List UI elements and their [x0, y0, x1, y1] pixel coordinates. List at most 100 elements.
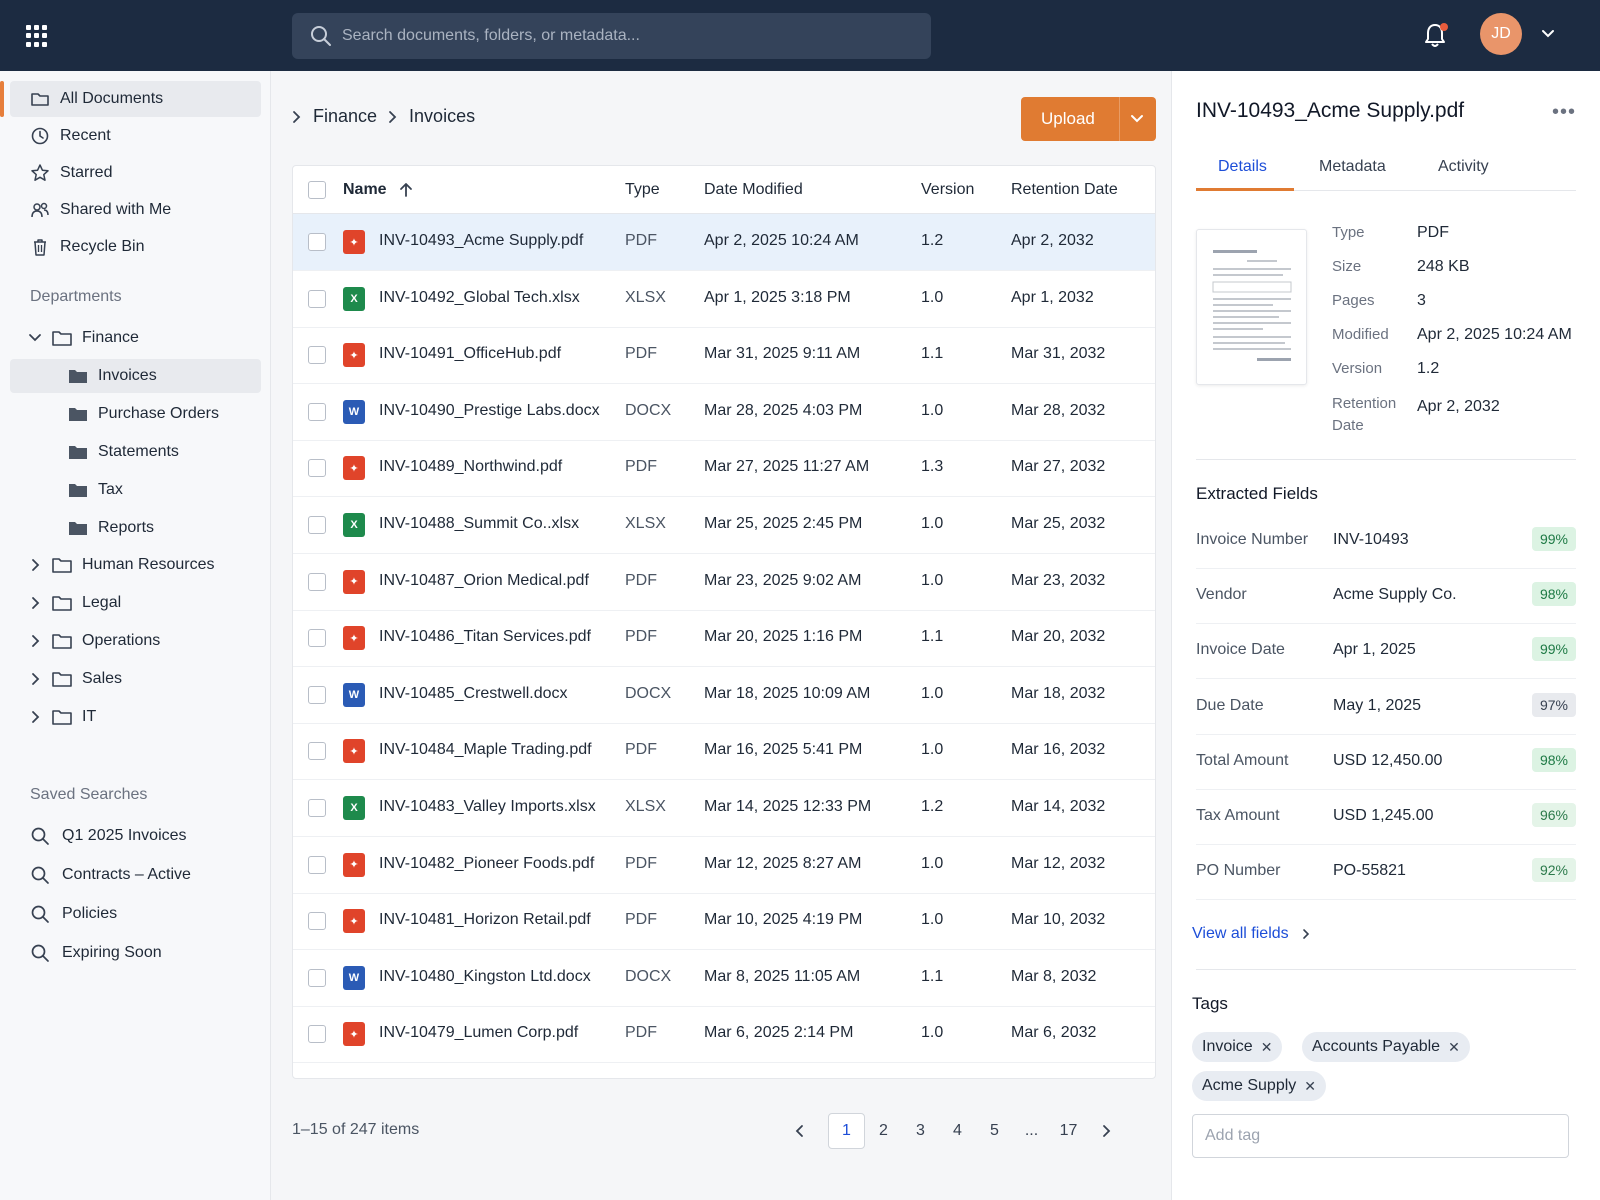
row-checkbox[interactable]	[308, 968, 326, 987]
extracted-field-row[interactable]: Due Date May 1, 2025 97%	[1196, 680, 1576, 735]
table-row[interactable]: ✦ INV-10493_Acme Supply.pdf PDF Apr 2, 2025…	[293, 214, 1155, 271]
next-page-button[interactable]	[1087, 1113, 1124, 1149]
tree-item-statements[interactable]: Statements	[10, 435, 261, 469]
row-checkbox[interactable]	[308, 516, 326, 534]
tree-item-legal[interactable]: Legal	[10, 586, 261, 620]
field-value: Acme Supply Co.	[1333, 586, 1457, 604]
tree-item-tax[interactable]: Tax	[10, 473, 261, 507]
add-tag-input[interactable]	[1192, 1114, 1569, 1158]
sort-ascending-icon[interactable]	[399, 182, 413, 198]
column-version[interactable]: Version	[921, 181, 974, 199]
avatar[interactable]: JD	[1480, 13, 1522, 55]
tree-item-reports[interactable]: Reports	[10, 511, 261, 545]
table-row[interactable]: ✦ INV-10479_Lumen Corp.pdf PDF Mar 6, 2025 …	[293, 1006, 1155, 1064]
chevron-right-icon[interactable]	[28, 710, 42, 724]
column-retention-date[interactable]: Retention Date	[1011, 181, 1118, 199]
saved-search-policies[interactable]: Policies	[10, 896, 261, 932]
table-row[interactable]: W INV-10485_Crestwell.docx DOCX Mar 18, 202…	[293, 667, 1155, 724]
chevron-right-icon[interactable]	[28, 596, 42, 610]
column-date-modified[interactable]: Date Modified	[704, 181, 803, 199]
table-row[interactable]: W INV-10490_Prestige Labs.docx DOCX Mar 28,…	[293, 384, 1155, 441]
upload-button[interactable]: Upload	[1021, 97, 1156, 141]
tree-item-sales[interactable]: Sales	[10, 662, 261, 696]
app-launcher-icon[interactable]	[26, 25, 48, 47]
view-all-fields-link[interactable]: View all fields	[1192, 925, 1311, 943]
sidebar-item-shared[interactable]: Shared with Me	[10, 192, 261, 228]
extracted-field-row[interactable]: Tax Amount USD 1,245.00 96%	[1196, 790, 1576, 845]
more-options-icon[interactable]: •••	[1552, 101, 1576, 124]
breadcrumb-finance[interactable]: Finance	[313, 106, 377, 127]
row-checkbox[interactable]	[308, 572, 326, 591]
tree-item-invoices[interactable]: Invoices	[10, 359, 261, 393]
breadcrumb-invoices[interactable]: Invoices	[409, 106, 475, 127]
tab-activity[interactable]: Activity	[1438, 158, 1489, 176]
table-row[interactable]: ✦ INV-10482_Pioneer Foods.pdf PDF Mar 12, 2…	[293, 837, 1155, 894]
sidebar-item-all-documents[interactable]: All Documents	[10, 81, 261, 117]
chevron-down-icon[interactable]	[28, 331, 42, 345]
extracted-field-row[interactable]: Total Amount USD 12,450.00 98%	[1196, 735, 1576, 790]
row-checkbox[interactable]	[308, 459, 326, 478]
tree-item-it[interactable]: IT	[10, 700, 261, 734]
search-input[interactable]	[342, 13, 912, 59]
tree-item-human-resources[interactable]: Human Resources	[10, 548, 261, 582]
notifications-button[interactable]	[1420, 20, 1450, 50]
table-row[interactable]: ✦ INV-10486_Titan Services.pdf PDF Mar 20, …	[293, 610, 1155, 668]
row-checkbox[interactable]	[308, 799, 326, 817]
row-checkbox[interactable]	[308, 685, 326, 704]
column-type[interactable]: Type	[625, 181, 660, 199]
page-button[interactable]: 4	[939, 1113, 976, 1149]
table-row[interactable]: X INV-10492_Global Tech.xlsx XLSX Apr 1, 20…	[293, 271, 1155, 328]
extracted-field-row[interactable]: Vendor Acme Supply Co. 98%	[1196, 569, 1576, 625]
page-button[interactable]: 5	[976, 1113, 1013, 1149]
tree-item-operations[interactable]: Operations	[10, 624, 261, 658]
tree-item-finance[interactable]: Finance	[10, 321, 261, 355]
remove-tag-icon[interactable]: ✕	[1304, 1078, 1316, 1095]
row-checkbox[interactable]	[308, 402, 326, 421]
tree-item-purchase-orders[interactable]: Purchase Orders	[10, 397, 261, 431]
row-checkbox[interactable]	[308, 912, 326, 931]
chevron-right-icon[interactable]	[28, 558, 42, 572]
table-row[interactable]: ✦ INV-10487_Orion Medical.pdf PDF Mar 23, 2…	[293, 554, 1155, 611]
table-row[interactable]: X INV-10483_Valley Imports.xlsx XLSX Mar 14…	[293, 780, 1155, 837]
page-button[interactable]: 3	[902, 1113, 939, 1149]
page-button[interactable]: 2	[865, 1113, 902, 1149]
table-row[interactable]: X INV-10488_Summit Co..xlsx XLSX Mar 25, 20…	[293, 497, 1155, 554]
table-row[interactable]: W INV-10480_Kingston Ltd.docx DOCX Mar 8, 2…	[293, 950, 1155, 1007]
sidebar-item-recycle-bin[interactable]: Recycle Bin	[10, 229, 261, 265]
sidebar-item-starred[interactable]: Starred	[10, 155, 261, 191]
row-checkbox[interactable]	[308, 742, 326, 761]
select-all-checkbox[interactable]	[308, 181, 326, 199]
chevron-down-icon[interactable]	[1540, 26, 1556, 42]
sidebar-item-recent[interactable]: Recent	[10, 118, 261, 154]
table-row[interactable]: ✦ INV-10489_Northwind.pdf PDF Mar 27, 2025 …	[293, 440, 1155, 498]
table-row[interactable]: ✦ INV-10491_OfficeHub.pdf PDF Mar 31, 2025 …	[293, 327, 1155, 385]
row-checkbox[interactable]	[308, 233, 326, 251]
table-row[interactable]: ✦ INV-10484_Maple Trading.pdf PDF Mar 16, 2…	[293, 723, 1155, 781]
page-button[interactable]: 1	[828, 1113, 865, 1149]
tab-details[interactable]: Details	[1218, 158, 1267, 176]
document-thumbnail[interactable]	[1196, 229, 1307, 385]
global-search[interactable]	[292, 13, 931, 59]
prev-page-button[interactable]	[781, 1113, 818, 1149]
row-checkbox[interactable]	[308, 629, 326, 648]
extracted-field-row[interactable]: Invoice Number INV-10493 99%	[1196, 514, 1576, 569]
saved-search-q1-invoices[interactable]: Q1 2025 Invoices	[10, 818, 261, 854]
extracted-field-row[interactable]: Invoice Date Apr 1, 2025 99%	[1196, 624, 1576, 680]
row-checkbox[interactable]	[308, 346, 326, 365]
saved-search-expiring-soon[interactable]: Expiring Soon	[10, 935, 261, 971]
extracted-field-row[interactable]: PO Number PO-55821 92%	[1196, 845, 1576, 901]
page-button[interactable]: 17	[1050, 1113, 1087, 1149]
chevron-right-icon[interactable]	[28, 634, 42, 648]
row-checkbox[interactable]	[308, 1025, 326, 1044]
cell-version: 1.1	[921, 345, 944, 363]
tab-metadata[interactable]: Metadata	[1319, 158, 1386, 176]
row-checkbox[interactable]	[308, 855, 326, 874]
saved-search-contracts-active[interactable]: Contracts – Active	[10, 857, 261, 893]
remove-tag-icon[interactable]: ✕	[1261, 1039, 1273, 1056]
chevron-down-icon[interactable]	[1129, 111, 1145, 127]
remove-tag-icon[interactable]: ✕	[1448, 1039, 1460, 1056]
row-checkbox[interactable]	[308, 289, 326, 308]
chevron-right-icon[interactable]	[28, 672, 42, 686]
column-name[interactable]: Name	[343, 181, 387, 199]
table-row[interactable]: ✦ INV-10481_Horizon Retail.pdf PDF Mar 10, …	[293, 893, 1155, 951]
